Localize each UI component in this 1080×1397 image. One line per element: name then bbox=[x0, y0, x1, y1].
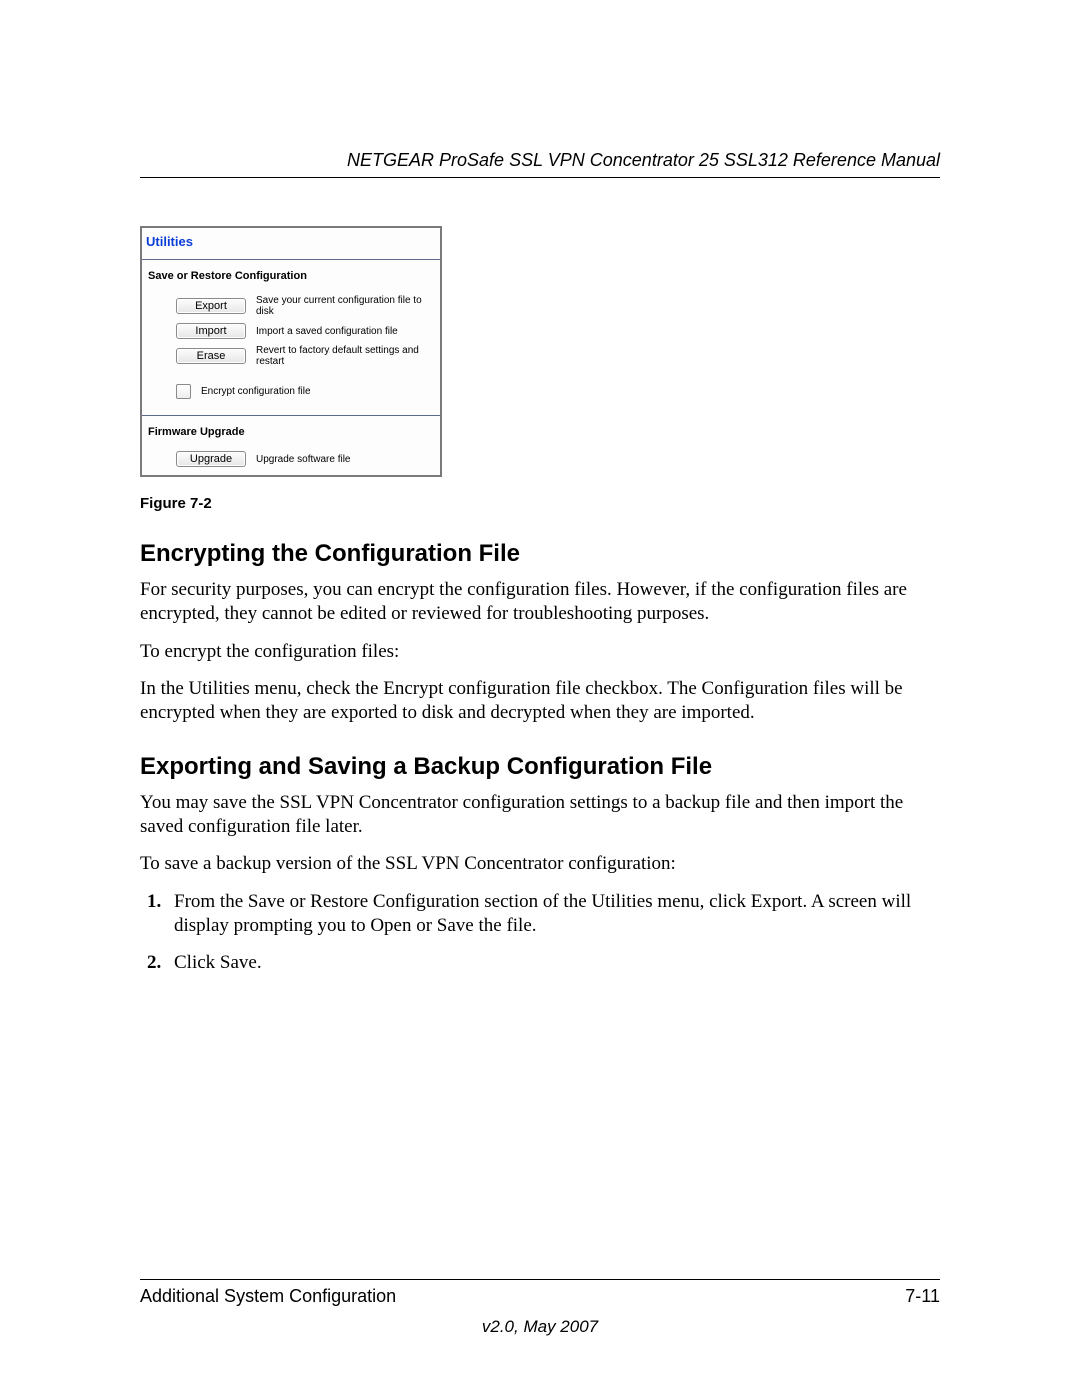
export-desc: Save your current configuration file to … bbox=[256, 295, 434, 317]
import-desc: Import a saved configuration file bbox=[256, 326, 398, 337]
erase-desc: Revert to factory default settings and r… bbox=[256, 345, 434, 367]
import-button[interactable]: Import bbox=[176, 323, 246, 339]
utilities-panel-screenshot: Utilities Save or Restore Configuration … bbox=[140, 226, 442, 477]
encrypt-checkbox-row: Encrypt configuration file bbox=[142, 370, 440, 415]
figure-caption: Figure 7-2 bbox=[140, 495, 940, 512]
footer-page-number: 7-11 bbox=[905, 1286, 940, 1307]
export-step-2: Click Save. bbox=[166, 951, 940, 975]
save-restore-heading: Save or Restore Configuration bbox=[142, 260, 440, 292]
erase-row: Erase Revert to factory default settings… bbox=[142, 342, 440, 370]
section-heading-exporting: Exporting and Saving a Backup Configurat… bbox=[140, 753, 940, 781]
firmware-upgrade-heading: Firmware Upgrade bbox=[142, 416, 440, 448]
export-button[interactable]: Export bbox=[176, 298, 246, 314]
utilities-panel-title: Utilities bbox=[142, 228, 440, 259]
sec1-p3: In the Utilities menu, check the Encrypt… bbox=[140, 677, 940, 725]
sec1-p1: For security purposes, you can encrypt t… bbox=[140, 578, 940, 626]
encrypt-checkbox[interactable] bbox=[176, 384, 191, 399]
section-heading-encrypting: Encrypting the Configuration File bbox=[140, 540, 940, 568]
encrypt-checkbox-label: Encrypt configuration file bbox=[201, 386, 311, 397]
footer-version: v2.0, May 2007 bbox=[140, 1317, 940, 1337]
export-row: Export Save your current configuration f… bbox=[142, 292, 440, 320]
erase-button[interactable]: Erase bbox=[176, 348, 246, 364]
upgrade-button[interactable]: Upgrade bbox=[176, 451, 246, 467]
footer-section-name: Additional System Configuration bbox=[140, 1286, 396, 1307]
import-row: Import Import a saved configuration file bbox=[142, 320, 440, 342]
document-header-title: NETGEAR ProSafe SSL VPN Concentrator 25 … bbox=[140, 150, 940, 171]
upgrade-row: Upgrade Upgrade software file bbox=[142, 448, 440, 475]
export-step-1: From the Save or Restore Configuration s… bbox=[166, 890, 940, 939]
sec1-p2: To encrypt the configuration files: bbox=[140, 640, 940, 664]
upgrade-desc: Upgrade software file bbox=[256, 454, 351, 465]
export-steps-list: From the Save or Restore Configuration s… bbox=[140, 890, 940, 975]
sec2-p1: You may save the SSL VPN Concentrator co… bbox=[140, 791, 940, 839]
sec2-p2: To save a backup version of the SSL VPN … bbox=[140, 852, 940, 876]
